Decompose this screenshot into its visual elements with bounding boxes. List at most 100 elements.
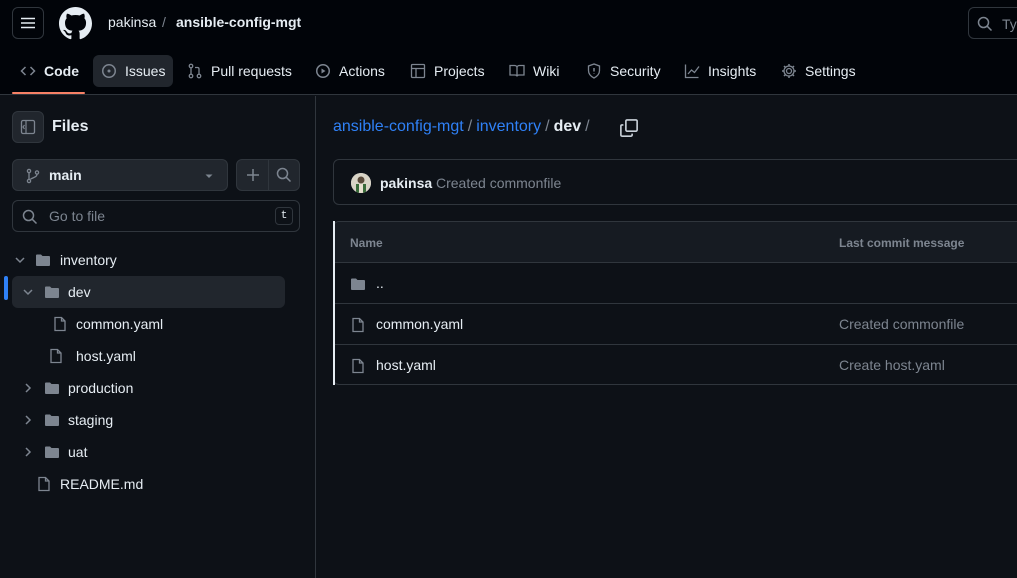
latest-commit-box: pakinsa Created commonfile bbox=[333, 159, 1017, 205]
tree-item-readme[interactable]: README.md bbox=[8, 468, 288, 500]
table-row[interactable]: host.yaml Create host.yaml bbox=[334, 345, 1017, 384]
github-logo-icon[interactable] bbox=[59, 7, 92, 40]
tree-item-label: uat bbox=[68, 444, 88, 460]
hamburger-icon bbox=[21, 17, 35, 29]
file-commit-message[interactable]: Created commonfile bbox=[839, 316, 964, 332]
tab-actions[interactable]: Actions bbox=[307, 55, 393, 87]
go-to-file-input[interactable]: Go to file t bbox=[12, 200, 300, 232]
file-name[interactable]: .. bbox=[376, 275, 384, 291]
go-to-file-placeholder: Go to file bbox=[49, 208, 106, 224]
breadcrumb-folder-link[interactable]: inventory bbox=[476, 118, 541, 135]
file-icon bbox=[54, 316, 66, 332]
folder-icon bbox=[45, 414, 59, 426]
search-icon bbox=[22, 209, 38, 225]
sidebar-title: Files bbox=[52, 118, 89, 135]
selected-indicator bbox=[4, 276, 8, 300]
repo-owner-link[interactable]: pakinsa bbox=[108, 14, 156, 30]
tree-item-label: staging bbox=[68, 412, 114, 428]
main-content: ansible-config-mgt / inventory / dev / pakins… bbox=[317, 96, 1017, 578]
branch-name: main bbox=[49, 167, 82, 183]
file-name[interactable]: host.yaml bbox=[376, 357, 436, 373]
menu-button[interactable] bbox=[12, 7, 44, 39]
folder-icon bbox=[45, 446, 59, 458]
breadcrumb-separator: / bbox=[585, 118, 590, 135]
file-icon bbox=[352, 358, 364, 374]
shield-icon bbox=[587, 63, 601, 79]
tree-item-staging[interactable]: staging bbox=[12, 404, 285, 436]
search-icon bbox=[977, 16, 993, 32]
tab-pull-requests[interactable]: Pull requests bbox=[179, 55, 300, 87]
breadcrumb-separator: / bbox=[545, 118, 550, 135]
breadcrumb-separator: / bbox=[467, 118, 473, 135]
add-file-icon[interactable] bbox=[245, 167, 261, 183]
book-icon bbox=[509, 64, 525, 77]
tree-item-inventory[interactable]: inventory bbox=[8, 244, 288, 276]
table-focus-edge bbox=[333, 221, 335, 385]
collapse-sidebar-button[interactable] bbox=[12, 111, 44, 143]
tree-item-production[interactable]: production bbox=[12, 372, 285, 404]
gear-icon bbox=[782, 64, 796, 78]
commit-message-link[interactable]: Created commonfile bbox=[436, 175, 561, 191]
tab-security[interactable]: Security bbox=[578, 55, 669, 87]
folder-icon bbox=[45, 382, 59, 394]
tree-item-label: host.yaml bbox=[76, 348, 136, 364]
tab-label: Security bbox=[610, 63, 661, 79]
search-icon[interactable] bbox=[276, 167, 292, 183]
avatar[interactable] bbox=[351, 173, 371, 193]
tab-settings[interactable]: Settings bbox=[773, 55, 864, 87]
table-row[interactable]: common.yaml Created commonfile bbox=[334, 304, 1017, 345]
tab-label: Settings bbox=[805, 63, 856, 79]
app-header: pakinsa / ansible-config-mgt Type Code I… bbox=[0, 0, 1017, 95]
tree-item-common-yaml[interactable]: common.yaml bbox=[12, 308, 285, 340]
search-placeholder: Type bbox=[1002, 16, 1017, 32]
table-header: Name Last commit message bbox=[334, 222, 1017, 263]
tab-insights[interactable]: Insights bbox=[676, 55, 764, 87]
git-branch-icon bbox=[26, 168, 40, 184]
file-table: Name Last commit message .. common.yaml … bbox=[333, 221, 1017, 385]
file-commit-message[interactable]: Create host.yaml bbox=[839, 357, 945, 373]
commit-author-link[interactable]: pakinsa bbox=[380, 175, 432, 191]
tab-code[interactable]: Code bbox=[12, 55, 87, 87]
code-icon bbox=[20, 66, 36, 76]
chevron-right-icon bbox=[25, 415, 32, 425]
sidebar-collapse-icon bbox=[20, 119, 36, 135]
tree-item-label: dev bbox=[68, 284, 91, 300]
tab-projects[interactable]: Projects bbox=[402, 55, 493, 87]
tree-item-host-yaml[interactable]: host.yaml bbox=[12, 340, 285, 372]
tree-item-uat[interactable]: uat bbox=[12, 436, 285, 468]
tree-item-dev[interactable]: dev bbox=[12, 276, 285, 308]
tree-item-label: inventory bbox=[60, 252, 117, 268]
breadcrumb-separator: / bbox=[162, 14, 166, 30]
tree-item-label: common.yaml bbox=[76, 316, 164, 332]
keyboard-shortcut-hint: t bbox=[275, 207, 293, 225]
file-name[interactable]: common.yaml bbox=[376, 316, 463, 332]
breadcrumb-repo-link[interactable]: ansible-config-mgt bbox=[333, 118, 464, 135]
repo-name-link[interactable]: ansible-config-mgt bbox=[176, 14, 301, 30]
folder-open-icon bbox=[45, 286, 59, 298]
copy-path-icon[interactable] bbox=[619, 118, 639, 138]
triangle-down-icon bbox=[205, 174, 213, 178]
file-icon bbox=[352, 317, 364, 333]
table-row-parent[interactable]: .. bbox=[334, 263, 1017, 304]
tree-actions bbox=[236, 159, 300, 191]
tree-item-label: production bbox=[68, 380, 134, 396]
repo-nav: Code Issues Pull requests Actions Projec… bbox=[0, 55, 1017, 95]
column-header-name: Name bbox=[350, 236, 383, 250]
tab-label: Wiki bbox=[533, 63, 560, 79]
file-tree-sidebar: Files main Go to file t inventory dev co… bbox=[0, 96, 316, 578]
chevron-down-icon bbox=[23, 289, 33, 296]
tab-wiki[interactable]: Wiki bbox=[501, 55, 567, 87]
folder-icon bbox=[351, 278, 365, 290]
active-tab-indicator bbox=[12, 92, 85, 94]
tab-label: Insights bbox=[708, 63, 757, 79]
tab-label: Issues bbox=[125, 63, 166, 79]
file-icon bbox=[50, 348, 62, 364]
file-icon bbox=[38, 476, 50, 492]
branch-selector[interactable]: main bbox=[12, 159, 228, 191]
column-header-message: Last commit message bbox=[839, 236, 965, 250]
tab-issues[interactable]: Issues bbox=[93, 55, 174, 87]
table-icon bbox=[410, 63, 426, 79]
global-search-input[interactable]: Type bbox=[968, 7, 1017, 39]
folder-open-icon bbox=[36, 254, 50, 266]
pull-request-icon bbox=[188, 63, 202, 79]
